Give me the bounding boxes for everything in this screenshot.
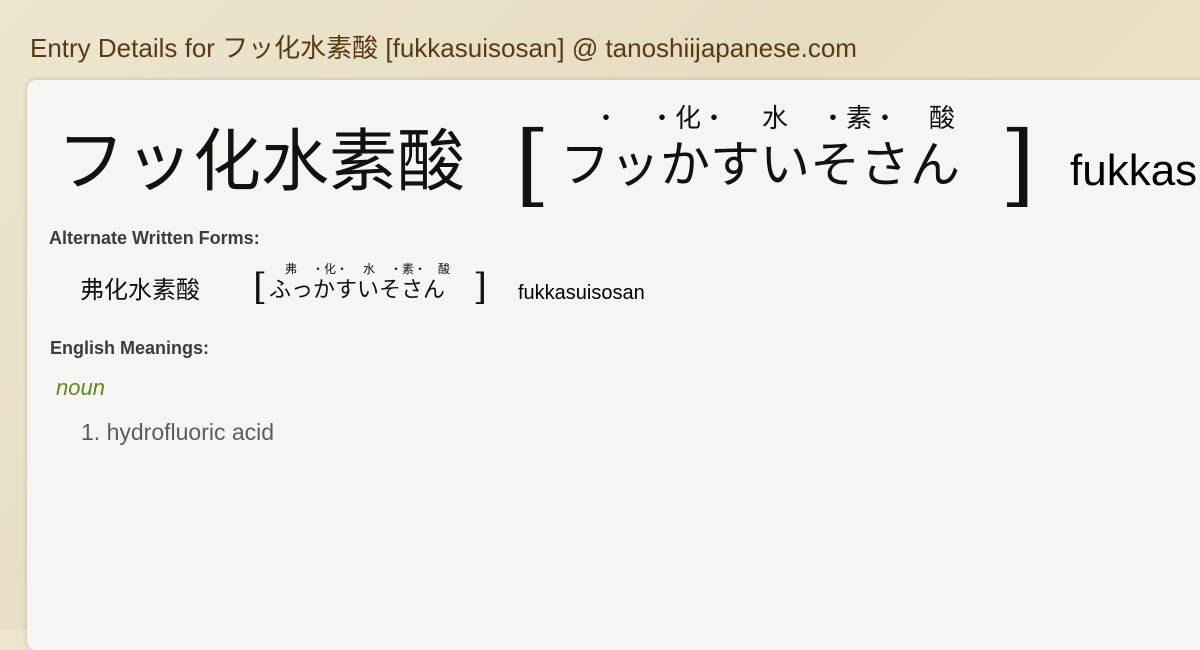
main-furigana-2: ・化・ [649, 104, 728, 134]
meaning-text: hydrofluoric acid [106, 419, 275, 445]
alternate-forms-label: Alternate Written Forms: [49, 228, 260, 248]
main-furigana-5: 酸 [929, 104, 956, 134]
main-furigana-3: 水 [762, 104, 789, 134]
main-reading-bracket-open: [ [515, 112, 551, 217]
main-reading-kana: フッかすいそさん [560, 136, 960, 194]
alternate-furigana-5: 酸 [438, 262, 451, 276]
part-of-speech: noun [56, 375, 105, 400]
main-romaji: fukkasuisosan [1070, 146, 1200, 195]
english-meanings-label: English Meanings: [50, 338, 210, 358]
alternate-furigana-2: ・化・ [312, 262, 349, 276]
main-furigana-1: ・ [593, 104, 620, 134]
alternate-form-romaji: fukkasuisosan [518, 282, 645, 304]
alternate-form-bracket-open: [ [253, 267, 268, 308]
alternate-form-reading: ふっかすいそさん [269, 278, 446, 303]
main-headword: フッ化水素酸 [57, 123, 466, 202]
alternate-furigana-3: 水 [363, 262, 376, 276]
alternate-furigana-1: 弗 [285, 262, 298, 276]
main-furigana-4: ・素・ [820, 104, 899, 134]
main-reading-bracket-close: ] [1000, 112, 1036, 217]
alternate-furigana-4: ・素・ [390, 262, 427, 276]
alternate-form-bracket-close: ] [473, 267, 488, 308]
meaning-number: 1. [81, 419, 101, 445]
page-title: Entry Details for フッ化水素酸 [fukkasuisosan]… [30, 33, 857, 63]
meaning-item: 1. hydrofluoric acid [81, 417, 274, 447]
alternate-form-kanji: 弗化水素酸 [80, 276, 200, 304]
entry-card: フッ化水素酸 [ ] ・ ・化・ 水 ・素・ 酸 フッかすいそさん fukkas… [27, 80, 1200, 650]
